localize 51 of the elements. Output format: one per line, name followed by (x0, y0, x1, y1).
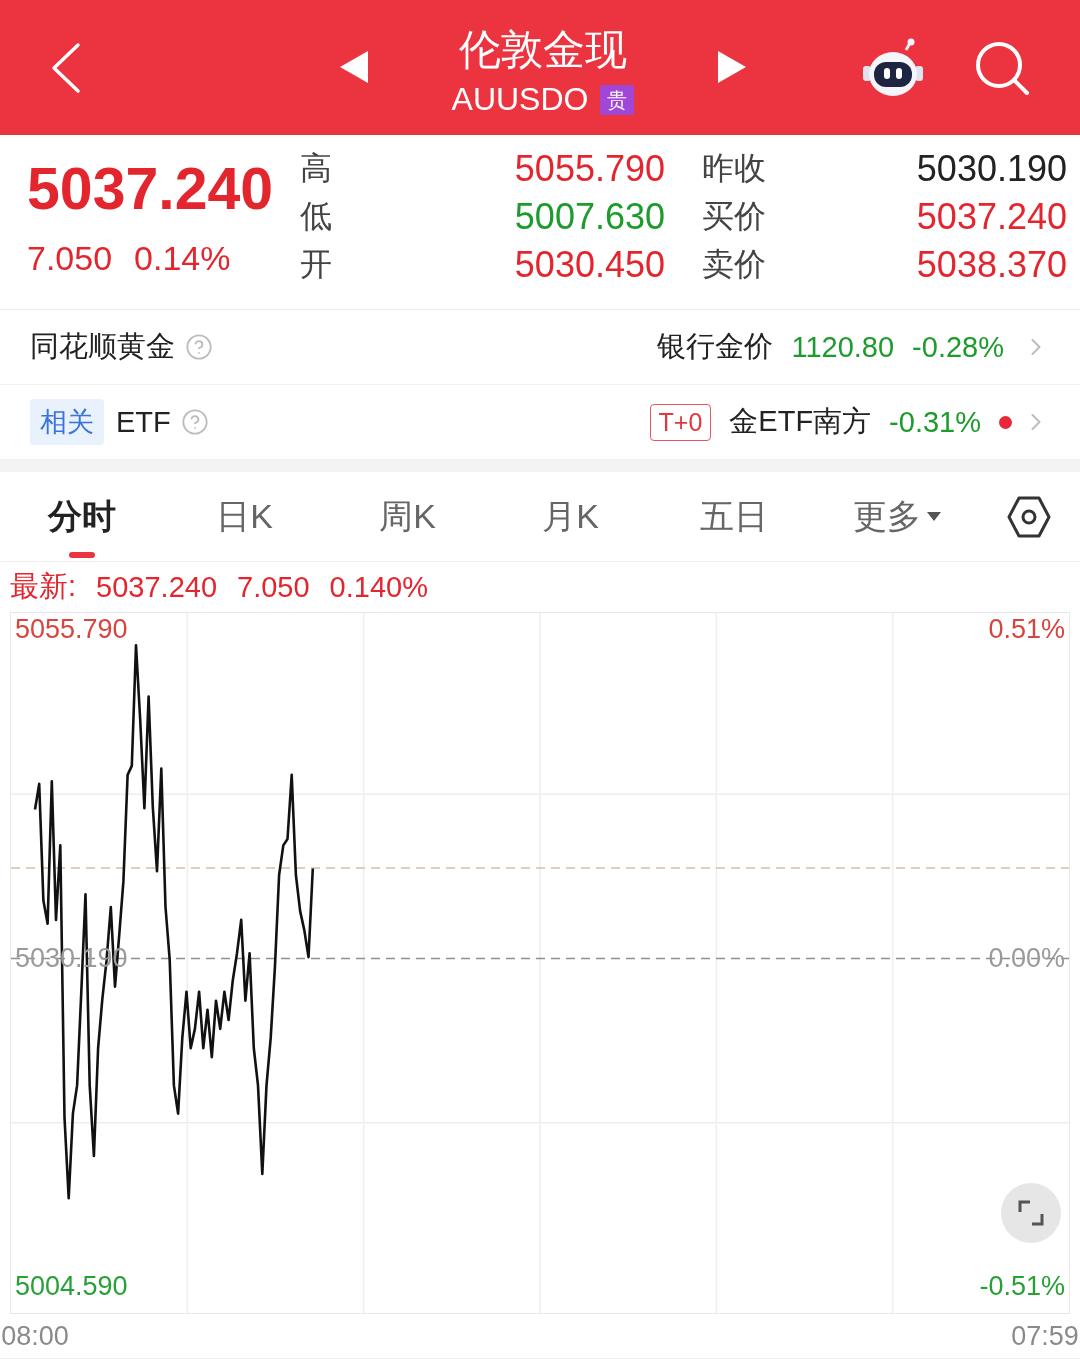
price-change: 7.050 (27, 240, 113, 275)
stat-value: 5038.370 (916, 244, 1067, 286)
stat-label: 卖价 (702, 245, 767, 284)
latest-price: 5037.240 (96, 570, 218, 604)
row-label: 金ETF南方 (729, 404, 872, 439)
price-axis-label: 5055.790 (15, 615, 128, 645)
stat-label: 低 (300, 197, 333, 236)
stat-label: 开 (300, 245, 333, 284)
settings-icon[interactable] (1007, 495, 1051, 538)
stat-value: 5007.630 (514, 196, 665, 238)
latest-percent: 0.140% (329, 570, 428, 604)
caret-icon (926, 512, 941, 521)
time-axis-label: 08:00 (1, 1322, 69, 1352)
robot-icon[interactable] (862, 37, 924, 98)
row-title: ETF (116, 405, 171, 439)
latest-label: 最新: (10, 569, 77, 604)
back-chevron-icon[interactable] (50, 41, 82, 94)
time-axis-label: 07:59 (1011, 1322, 1079, 1352)
stat-label: 买价 (702, 197, 767, 236)
right-triangle-icon[interactable] (718, 51, 746, 84)
instrument-title: 伦敦金现 (459, 25, 627, 75)
chart-tab[interactable]: 五日 (652, 471, 815, 562)
search-icon[interactable] (974, 39, 1030, 96)
row-title: 同花顺黄金 (30, 329, 175, 364)
stat-value: 5055.790 (514, 148, 665, 190)
last-price: 5037.240 (27, 159, 275, 219)
row-value: 1120.80 (791, 330, 895, 364)
stat-label: 昨收 (702, 149, 767, 188)
chart-tab[interactable]: 月K (489, 471, 652, 562)
instrument-code: AUUSDO (451, 82, 589, 118)
fullscreen-icon[interactable] (1017, 1199, 1045, 1227)
percent-change: 0.14% (134, 240, 231, 275)
stat-value: 5030.450 (514, 244, 665, 286)
trading-badge: T+0 (649, 403, 712, 441)
row-label: 银行金价 (657, 329, 774, 364)
latest-change: 7.050 (237, 570, 310, 604)
category-badge: 贵 (600, 84, 635, 115)
chart-tab[interactable]: 分时 (0, 471, 163, 562)
row-change: -0.28% (912, 330, 1004, 364)
related-tag: 相关 (30, 399, 104, 445)
stat-value: 5030.190 (916, 148, 1067, 190)
percent-axis-label: -0.51% (979, 1272, 1065, 1302)
percent-axis-label: 0.51% (988, 615, 1065, 645)
price-axis-label: 5004.590 (15, 1272, 128, 1302)
row-change: -0.31% (889, 405, 981, 439)
stat-label: 高 (300, 149, 333, 188)
left-triangle-icon[interactable] (340, 51, 368, 84)
chart-tab[interactable]: 日K (163, 471, 326, 562)
more-menu-tab[interactable]: 更多 (815, 471, 978, 562)
stat-value: 5037.240 (916, 196, 1067, 238)
chart-tab[interactable]: 周K (326, 471, 489, 562)
